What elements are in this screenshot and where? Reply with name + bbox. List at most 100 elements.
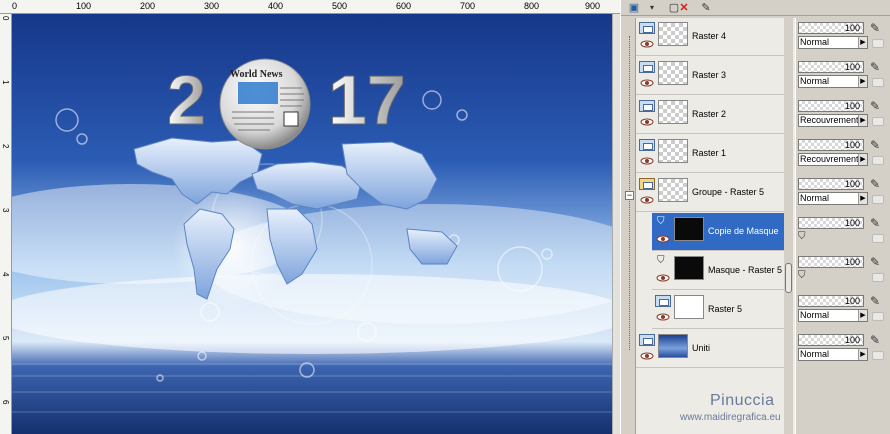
lock-icon[interactable] — [872, 78, 884, 87]
brush-icon[interactable]: ✎ — [870, 138, 880, 152]
opacity-slider[interactable]: 100 — [798, 178, 864, 190]
opacity-value: 100 — [844, 101, 860, 111]
brush-icon[interactable]: ✎ — [870, 333, 880, 347]
brush-icon[interactable]: ✎ — [870, 255, 880, 269]
layer-properties-row: 100 Normal ▶ ✎ — [796, 18, 890, 57]
mask-link-icon[interactable]: ⛉ — [798, 231, 806, 242]
layer-list-scrollbar[interactable] — [784, 18, 793, 434]
layer-row-raster-1[interactable]: Raster 1 — [636, 135, 784, 173]
dropdown-arrow-icon[interactable]: ▾ — [643, 1, 661, 15]
brush-icon[interactable]: ✎ — [870, 216, 880, 230]
brush-icon[interactable]: ✎ — [870, 60, 880, 74]
dropdown-arrow-icon: ▶ — [858, 37, 867, 48]
layer-properties-row: 100 Normal ▶ ✎ — [796, 57, 890, 96]
opacity-slider[interactable]: 100 — [798, 22, 864, 34]
blend-mode-select[interactable]: Normal ▶ — [798, 309, 868, 322]
brush-icon[interactable]: ✎ — [870, 177, 880, 191]
layer-properties-row: 100 Recouvrement ▶ ✎ — [796, 135, 890, 174]
layers-palette: ▣ ▾ ▢ ✕ ✎ − Raster 4 Raster 3 Raster 2 R… — [620, 0, 890, 434]
mask-link-icon[interactable]: ⛉ — [798, 270, 806, 281]
ruler-label: 5 — [1, 336, 10, 341]
raster-layer-icon — [639, 334, 655, 346]
opacity-slider[interactable]: 100 — [798, 100, 864, 112]
opacity-slider[interactable]: 100 — [798, 334, 864, 346]
blend-mode-value: Recouvrement — [800, 154, 859, 164]
lock-icon[interactable] — [872, 312, 884, 321]
layer-properties-row: 100 Recouvrement ▶ ✎ — [796, 96, 890, 135]
brush-icon[interactable]: ✎ — [870, 99, 880, 113]
layer-name: Raster 5 — [708, 304, 743, 314]
raster-layer-icon — [639, 22, 655, 34]
blend-mode-select[interactable]: Normal ▶ — [798, 75, 868, 88]
year-left-digit: 2 — [167, 61, 206, 139]
watermark-website: www.maidiregrafica.eu — [680, 412, 781, 423]
layer-row-masque-raster-5[interactable]: ⛉ Masque - Raster 5 — [652, 252, 784, 290]
lock-icon[interactable] — [872, 195, 884, 204]
blend-mode-select[interactable]: Normal ▶ — [798, 36, 868, 49]
lock-icon[interactable] — [872, 273, 884, 282]
opacity-value: 100 — [844, 296, 860, 306]
artwork-illustration: 2 17 World News — [12, 14, 612, 434]
blend-mode-value: Normal — [800, 310, 830, 320]
scrollbar-thumb[interactable] — [785, 263, 792, 293]
layer-thumbnail — [658, 178, 688, 202]
layer-row-raster-3[interactable]: Raster 3 — [636, 57, 784, 95]
layer-row-raster-2[interactable]: Raster 2 — [636, 96, 784, 134]
visibility-eye-icon[interactable] — [656, 235, 670, 243]
lock-icon[interactable] — [872, 234, 884, 243]
opacity-slider[interactable]: 100 — [798, 139, 864, 151]
ruler-label: 800 — [524, 1, 540, 11]
layer-row-uniti[interactable]: Uniti — [636, 330, 784, 368]
layer-name: Groupe - Raster 5 — [692, 187, 765, 197]
layer-row-raster-5[interactable]: Raster 5 — [652, 291, 784, 329]
canvas-vertical-scrollbar[interactable] — [612, 14, 620, 434]
blend-mode-select[interactable]: Recouvrement ▶ — [798, 114, 868, 127]
horizontal-ruler: 0 100 200 300 400 500 600 700 800 900 — [0, 0, 620, 14]
lock-icon[interactable] — [872, 351, 884, 360]
visibility-eye-icon[interactable] — [656, 313, 670, 321]
layer-name: Raster 2 — [692, 109, 727, 119]
visibility-eye-icon[interactable] — [640, 40, 654, 48]
visibility-eye-icon[interactable] — [640, 196, 654, 204]
artwork-image[interactable]: 2 17 World News — [12, 14, 612, 434]
layer-row-copie-de-masque[interactable]: ⛉ Copie de Masque — [652, 213, 784, 251]
opacity-slider[interactable]: 100 — [798, 256, 864, 268]
edit-pen-icon[interactable]: ✎ — [697, 1, 715, 15]
layer-name: Raster 3 — [692, 70, 727, 80]
visibility-eye-icon[interactable] — [640, 79, 654, 87]
opacity-slider[interactable]: 100 — [798, 61, 864, 73]
blend-mode-select[interactable]: Normal ▶ — [798, 192, 868, 205]
mask-layer-icon: ⛉ — [657, 216, 665, 227]
lock-icon[interactable] — [872, 156, 884, 165]
visibility-eye-icon[interactable] — [656, 274, 670, 282]
opacity-slider[interactable]: 100 — [798, 295, 864, 307]
layer-name: Raster 4 — [692, 31, 727, 41]
visibility-eye-icon[interactable] — [640, 352, 654, 360]
blend-mode-select[interactable]: Recouvrement ▶ — [798, 153, 868, 166]
lock-icon[interactable] — [872, 39, 884, 48]
canvas-area[interactable]: 0 100 200 300 400 500 600 700 800 900 0 … — [0, 0, 620, 434]
opacity-value: 100 — [844, 335, 860, 345]
ruler-label: 6 — [1, 400, 10, 405]
ruler-label: 4 — [1, 272, 10, 277]
opacity-slider[interactable]: 100 — [798, 217, 864, 229]
visibility-eye-icon[interactable] — [640, 157, 654, 165]
new-layer-icon[interactable]: ▣ — [625, 1, 643, 15]
ruler-label: 500 — [332, 1, 348, 11]
layer-row-raster-4[interactable]: Raster 4 — [636, 18, 784, 56]
blend-mode-select[interactable]: Normal ▶ — [798, 348, 868, 361]
opacity-value: 100 — [844, 140, 860, 150]
brush-icon[interactable]: ✎ — [870, 294, 880, 308]
layer-properties-row: 100 Normal ▶ ✎ — [796, 174, 890, 213]
collapse-group-icon[interactable]: − — [625, 191, 634, 200]
layer-thumbnail — [658, 61, 688, 85]
layer-row-group-raster-5[interactable]: Groupe - Raster 5 — [636, 174, 784, 212]
layer-thumbnail — [674, 217, 704, 241]
dropdown-arrow-icon: ▶ — [858, 310, 867, 321]
brush-icon[interactable]: ✎ — [870, 21, 880, 35]
opacity-value: 100 — [844, 257, 860, 267]
delete-x-icon[interactable]: ✕ — [675, 1, 693, 15]
layer-thumbnail — [658, 22, 688, 46]
visibility-eye-icon[interactable] — [640, 118, 654, 126]
lock-icon[interactable] — [872, 117, 884, 126]
